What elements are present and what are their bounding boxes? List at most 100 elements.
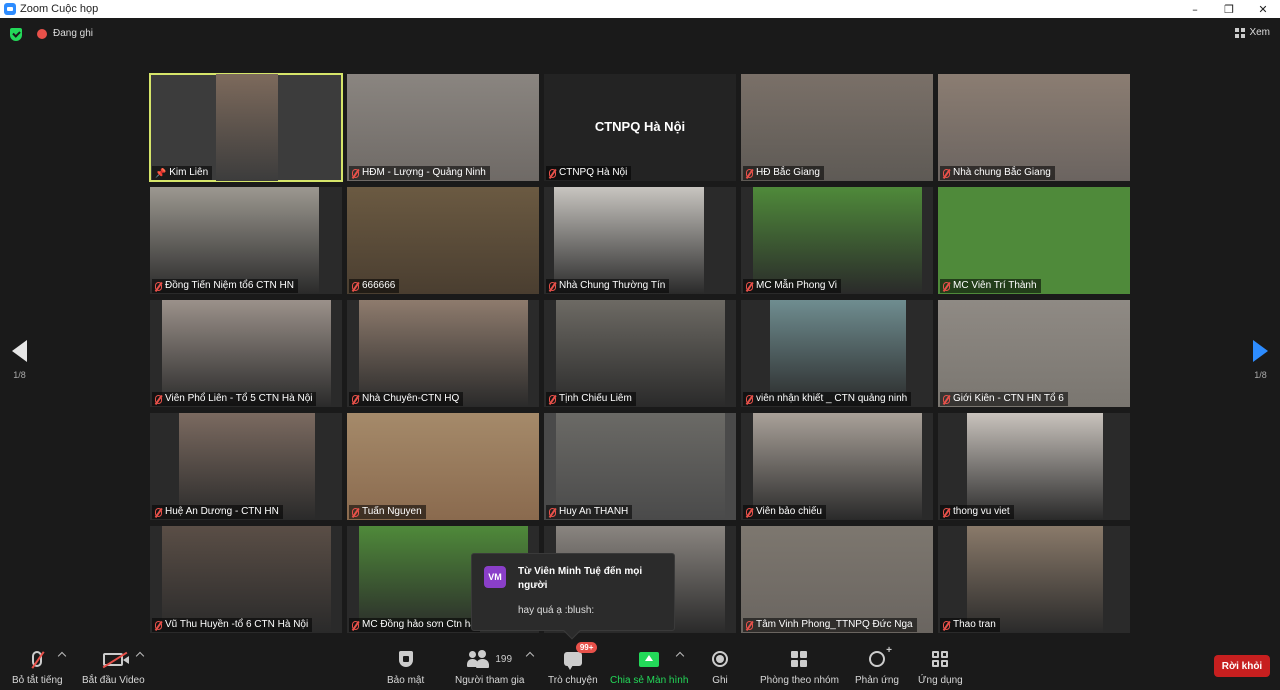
apps-button[interactable]: Ứng dụng [918,648,963,686]
mic-muted-icon [746,281,753,291]
participants-options-chevron-icon[interactable] [525,651,535,661]
participant-name: 666666 [362,280,396,291]
participant-video-tile[interactable]: CTNPQ Hà Nội CTNPQ Hà Nội [544,74,736,181]
participant-video-feed [938,74,1130,181]
participant-video-tile[interactable]: Thao tran [938,526,1130,633]
mic-muted-icon [943,507,950,517]
unmute-button[interactable]: Bỏ tắt tiếng [12,648,63,686]
record-button[interactable]: Ghi [712,648,728,686]
share-screen-icon [639,648,660,670]
mic-muted-icon [746,620,753,630]
start-video-button[interactable]: Bắt đầu Video [82,648,145,686]
participant-name-label: Viên Phổ Liên - Tổ 5 CTN Hà Nội [152,392,317,406]
window-title: Zoom Cuộc họp [20,3,99,15]
participant-name-label: MC Viên Trí Thành [940,279,1041,293]
participants-count: 199 [495,653,513,665]
participant-name: CTNPQ Hà Nội [559,167,628,178]
chat-unread-badge: 99+ [575,642,598,653]
participant-video-tile[interactable]: Tâm Vinh Phong_TTNPQ Đức Nga [741,526,933,633]
leave-meeting-button[interactable]: Rời khỏi [1214,655,1270,677]
share-screen-label: Chia sẻ Màn hình [610,675,689,686]
participant-video-tile[interactable]: Viên bảo chiếu [741,413,933,520]
participant-video-tile[interactable]: 666666 [347,187,539,294]
participant-video-tile[interactable]: MC Viên Trí Thành [938,187,1130,294]
restore-button[interactable]: ❐ [1212,0,1246,18]
participant-video-feed [162,300,331,407]
mic-muted-icon [549,507,556,517]
participant-video-tile[interactable]: thong vu viet [938,413,1130,520]
minimize-button[interactable]: – [1178,0,1212,18]
mic-muted-icon [746,168,753,178]
participant-name-label: Huệ An Dương - CTN HN [152,505,283,519]
participant-video-tile[interactable]: Nhà Chung Thường Tín [544,187,736,294]
participant-name-label: MC Mẫn Phong Vi [743,279,841,293]
arrow-left-icon [12,340,27,362]
security-shield-icon [398,648,413,670]
breakout-rooms-button[interactable]: Phòng theo nhóm [760,648,839,686]
mic-muted-icon [549,394,556,404]
page-indicator-right: 1/8 [1254,370,1267,380]
participant-video-tile[interactable]: Giới Kiên - CTN HN Tổ 6 [938,300,1130,407]
previous-page-button[interactable]: 1/8 [12,340,27,380]
participant-video-feed [216,74,278,181]
chat-button[interactable]: 99+ Trò chuyện [548,642,598,686]
mic-muted-icon [943,620,950,630]
participant-video-feed [556,413,725,520]
close-button[interactable]: ✕ [1246,0,1280,18]
encryption-shield-icon[interactable] [10,28,22,41]
participant-name-label: Nhà Chuyên-CTN HQ [349,392,464,406]
participant-video-feed [753,413,922,520]
participant-video-tile[interactable]: MC Mẫn Phong Vi [741,187,933,294]
participant-video-tile[interactable]: Nhà Chuyên-CTN HQ [347,300,539,407]
participant-name: MC Mẫn Phong Vi [756,280,837,291]
participant-video-feed [938,300,1130,407]
mic-muted-icon [943,281,950,291]
participant-video-tile[interactable]: Nhà chung Bắc Giang [938,74,1130,181]
participant-video-tile[interactable]: HĐ Bắc Giang [741,74,933,181]
apps-icon [932,648,949,670]
arrow-right-icon [1253,340,1268,362]
participant-name: Viên Phổ Liên - Tổ 5 CTN Hà Nội [165,393,313,404]
mic-muted-icon [32,648,43,670]
participant-video-feed [938,187,1130,294]
mic-muted-icon [155,507,162,517]
participant-name-label: Tịnh Chiếu Liêm [546,392,636,406]
security-button[interactable]: Bảo mật [387,648,424,686]
participant-video-feed [741,74,933,181]
participant-video-tile[interactable]: Viên Phổ Liên - Tổ 5 CTN Hà Nội [150,300,342,407]
participant-name-label: Đồng Tiến Niệm tổ6 CTN HN [152,279,298,293]
next-page-button[interactable]: 1/8 [1253,340,1268,380]
participant-name-label: Tuấn Nguyen [349,505,426,519]
participant-video-tile[interactable]: HĐM - Lượng - Quảng Ninh [347,74,539,181]
participant-name-label: 666666 [349,279,400,293]
reactions-button[interactable]: Phản ứng [855,645,899,686]
participant-video-feed [359,300,528,407]
participant-name-label: Viên bảo chiếu [743,505,826,519]
participant-name-label: viên nhận khiết _ CTN quảng ninh [743,392,912,406]
participant-name: Viên bảo chiếu [756,506,822,517]
mic-muted-icon [746,507,753,517]
participant-video-tile[interactable]: Tuấn Nguyen [347,413,539,520]
participant-name: HĐ Bắc Giang [756,167,820,178]
participant-video-tile[interactable]: Vũ Thu Huyền -tổ 6 CTN Hà Nội [150,526,342,633]
participant-video-feed [347,413,539,520]
chat-notification-popup[interactable]: VM Từ Viên Minh Tuệ đến mọi người hay qu… [471,553,675,640]
participants-label: Người tham gia [455,675,525,686]
meeting-toolbar: Bỏ tắt tiếng Bắt đầu Video Bảo mật 199 N… [0,640,1280,690]
participant-video-feed [753,187,922,294]
view-button[interactable]: Xem [1235,27,1270,38]
participants-button[interactable]: 199 Người tham gia [455,648,524,686]
zoom-app-icon [4,3,16,15]
participant-video-tile[interactable]: viên nhận khiết _ CTN quảng ninh [741,300,933,407]
mic-muted-icon [352,281,359,291]
start-video-label: Bắt đầu Video [82,675,145,686]
participant-video-tile[interactable]: 📌 Kim Liên [149,73,343,182]
participant-name: Đồng Tiến Niệm tổ6 CTN HN [165,280,294,291]
participant-name: Tịnh Chiếu Liêm [559,393,632,404]
participant-video-tile[interactable]: Đồng Tiến Niệm tổ6 CTN HN [150,187,342,294]
participant-video-tile[interactable]: Huệ An Dương - CTN HN [150,413,342,520]
participant-video-feed [179,413,316,520]
record-icon [712,648,728,670]
participant-video-tile[interactable]: Huy An THANH [544,413,736,520]
participant-video-tile[interactable]: Tịnh Chiếu Liêm [544,300,736,407]
